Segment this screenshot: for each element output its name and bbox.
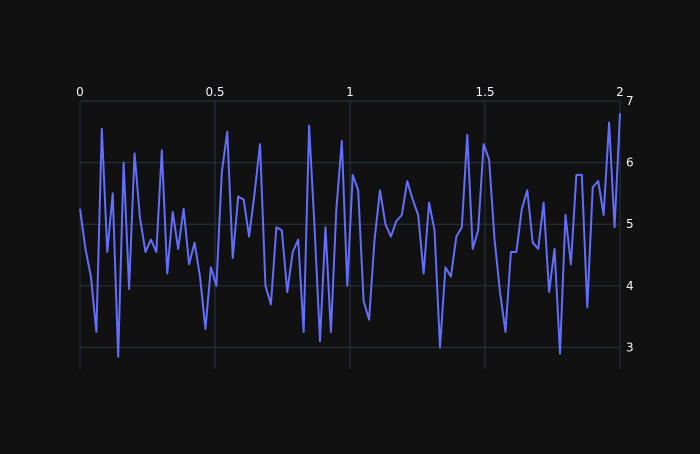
y-tick-label: 3 xyxy=(626,340,634,354)
chart-container: 0 0.5 1 1.5 2 3 4 5 6 7 xyxy=(0,0,700,450)
y-tick-label: 7 xyxy=(626,94,634,108)
x-tick-label: 1.5 xyxy=(475,85,494,99)
x-tick-label: 1 xyxy=(346,85,354,99)
y-tick-label: 4 xyxy=(626,279,634,293)
y-tick-label: 6 xyxy=(626,156,634,170)
x-tick-label: 2 xyxy=(616,85,624,99)
line-chart: 0 0.5 1 1.5 2 3 4 5 6 7 xyxy=(0,0,700,450)
x-tick-label: 0 xyxy=(76,85,84,99)
x-tick-label: 0.5 xyxy=(205,85,224,99)
y-tick-label: 5 xyxy=(626,217,634,231)
